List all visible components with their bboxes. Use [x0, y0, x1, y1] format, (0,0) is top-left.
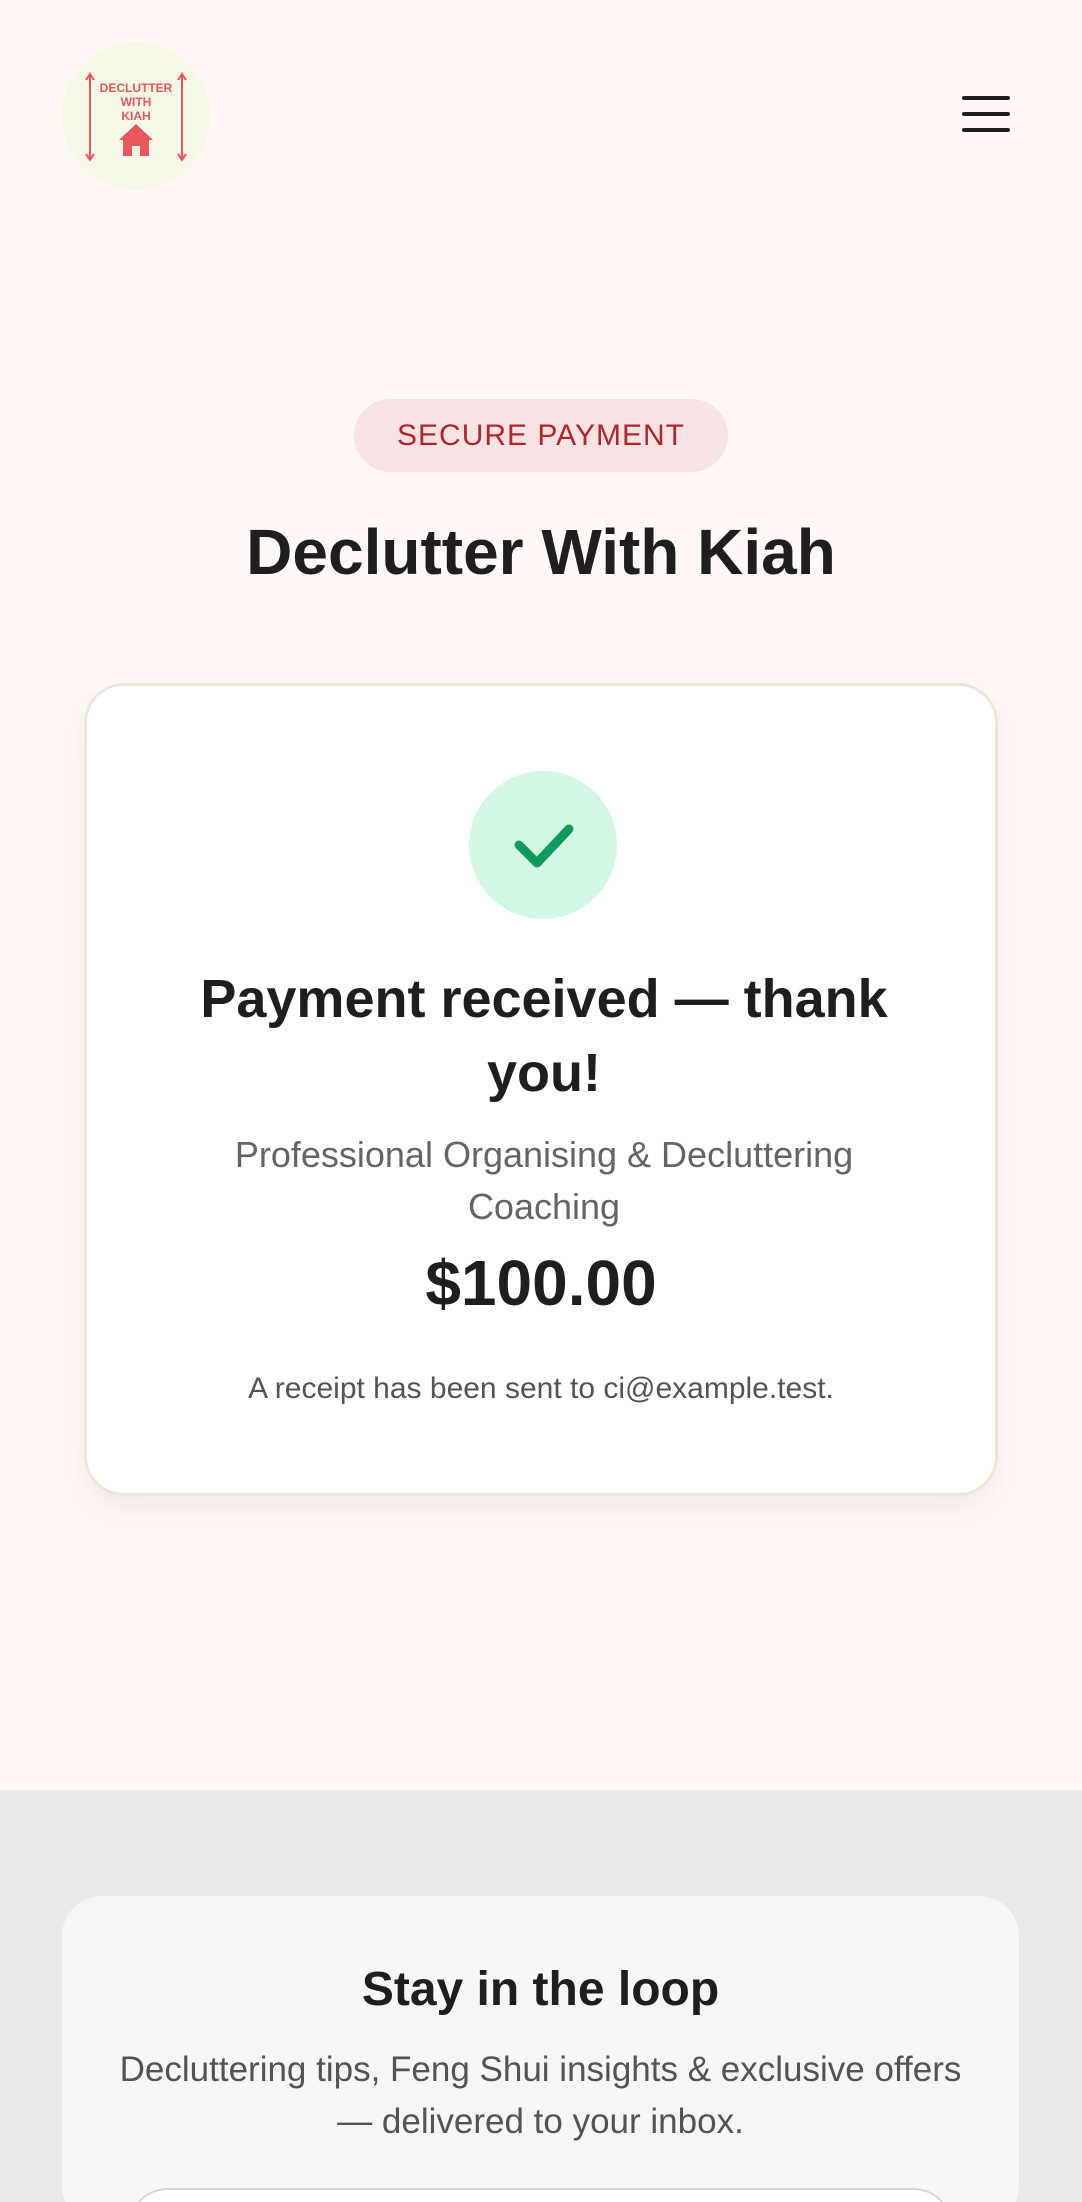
hamburger-menu-icon[interactable]: [950, 86, 1020, 142]
payment-amount: $100.00: [425, 1247, 657, 1319]
newsletter-email-input[interactable]: [128, 2188, 953, 2202]
receipt-notice: A receipt has been sent to ci@example.te…: [248, 1372, 834, 1405]
secure-payment-badge: SECURE PAYMENT: [354, 399, 728, 472]
logo-text-line-1: DECLUTTER: [100, 81, 173, 95]
site-header: DECLUTTER WITH KIAH: [0, 0, 1082, 230]
house-icon: [119, 124, 153, 156]
checkmark-icon: [514, 824, 574, 868]
newsletter-description: Decluttering tips, Feng Shui insights & …: [119, 2050, 962, 2141]
success-check-badge: [469, 771, 617, 919]
logo-graphic: DECLUTTER WITH KIAH: [85, 72, 187, 162]
site-footer: Stay in the loop Decluttering tips, Feng…: [0, 1790, 1082, 2202]
site-logo[interactable]: DECLUTTER WITH KIAH: [62, 42, 210, 190]
payment-confirmation-card: Payment received — thank you! Profession…: [84, 683, 998, 1496]
payment-heading: Payment received — thank you!: [200, 969, 888, 1103]
newsletter-section: Stay in the loop Decluttering tips, Feng…: [62, 1896, 1019, 2202]
logo-text-line-2: WITH: [121, 95, 152, 109]
logo-text-line-3: KIAH: [121, 109, 150, 123]
newsletter-title: Stay in the loop: [361, 1963, 720, 2016]
page-title: Declutter With Kiah: [246, 516, 836, 588]
service-name: Professional Organising & Decluttering C…: [234, 1134, 854, 1227]
